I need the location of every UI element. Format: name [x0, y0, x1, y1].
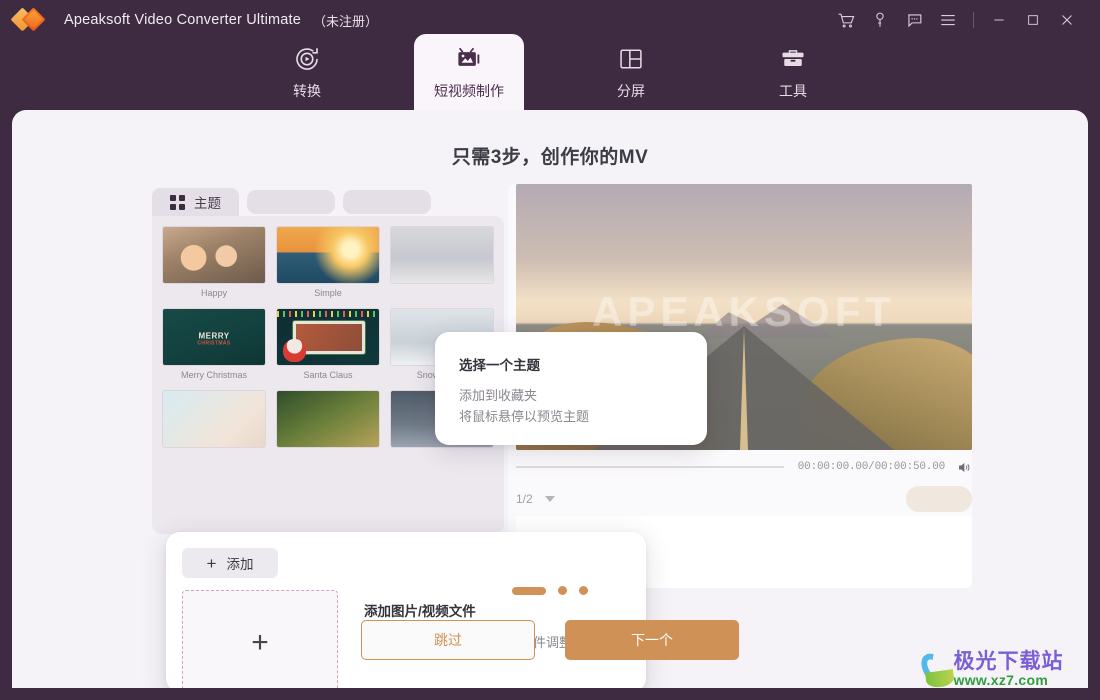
theme-tooltip-line-2: 将鼠标悬停以预览主题: [459, 409, 590, 424]
preview-pager-row: 1/2: [516, 482, 972, 516]
theme-card[interactable]: [390, 226, 494, 298]
watermark-url: www.xz7.com: [953, 671, 1049, 688]
theme-name: Simple: [314, 288, 342, 298]
skip-button[interactable]: 跳过: [361, 620, 535, 660]
preview-watermark-text: APEAKSOFT: [591, 287, 897, 335]
tab-mv[interactable]: 短视频制作: [414, 34, 524, 110]
registration-status: （未注册）: [313, 13, 379, 29]
tab-convert[interactable]: 转换: [252, 34, 362, 110]
minimize-icon[interactable]: [982, 3, 1016, 37]
pagination-dot[interactable]: [558, 586, 567, 595]
theme-tab-placeholder-1[interactable]: [247, 190, 335, 214]
speaker-icon[interactable]: [957, 460, 972, 475]
add-button[interactable]: + 添加: [182, 548, 278, 578]
theme-name: Merry Christmas: [180, 370, 247, 380]
theme-thumbnail: [276, 308, 380, 366]
add-files-tooltip: + 添加 + 添加图片/视频文件 添加文件成功后，可以拖动文件调整顺序: [166, 532, 646, 688]
step-pagination: [12, 586, 1088, 595]
toolbar-divider: [973, 12, 974, 28]
plus-icon: +: [206, 553, 217, 573]
tab-collage[interactable]: 分屏: [576, 34, 686, 110]
preview-action-button[interactable]: [906, 486, 972, 512]
tab-mv-label: 短视频制作: [434, 82, 504, 99]
chevron-down-icon[interactable]: [544, 496, 555, 502]
seek-bar[interactable]: [516, 466, 784, 468]
tab-toolbox-label: 工具: [779, 82, 807, 99]
window-controls: [829, 3, 1100, 37]
theme-tab-placeholder-2[interactable]: [343, 190, 431, 214]
theme-name: Happy: [200, 288, 227, 298]
collage-icon: [617, 44, 645, 74]
theme-thumbnail: MERRY CHRISTMAS: [162, 308, 266, 366]
convert-icon: [292, 44, 322, 74]
mv-icon: [454, 44, 484, 74]
app-window: Apeaksoft Video Converter Ultimate （未注册）: [0, 0, 1100, 700]
apeaksoft-diamond-logo: [10, 7, 54, 33]
tab-convert-label: 转换: [293, 82, 321, 99]
grid-icon: [170, 194, 185, 210]
theme-card[interactable]: [162, 390, 266, 452]
tab-collage-label: 分屏: [617, 82, 645, 99]
key-icon[interactable]: [863, 3, 897, 37]
theme-thumbnail: [162, 390, 266, 448]
content-area: 只需3步，创作你的MV 主题 Happy Simple MERRY CHRIST…: [12, 110, 1088, 688]
feedback-icon[interactable]: [897, 3, 931, 37]
tab-toolbox[interactable]: 工具: [738, 34, 848, 110]
main-nav: 转换 短视频制作 分屏 工具: [0, 34, 1100, 110]
theme-tooltip-title: 选择一个主题: [459, 358, 540, 373]
add-button-label: 添加: [226, 557, 254, 572]
theme-thumbnail: [276, 390, 380, 448]
pagination-dot[interactable]: [579, 586, 588, 595]
pagination-dot-active[interactable]: [512, 586, 546, 595]
menu-icon[interactable]: [931, 3, 965, 37]
page-title: 只需3步，创作你的MV: [451, 147, 649, 168]
theme-name: Santa Claus: [303, 370, 353, 380]
theme-card[interactable]: [276, 390, 380, 452]
cart-icon[interactable]: [829, 3, 863, 37]
next-button[interactable]: 下一个: [565, 620, 739, 660]
theme-card[interactable]: Santa Claus: [276, 308, 380, 380]
player-controls: 00:00:00.00/00:00:50.00: [516, 454, 972, 480]
site-watermark: 极光下载站 www.xz7.com: [922, 644, 1092, 696]
theme-tab-active[interactable]: 主题: [152, 188, 239, 216]
toolbox-icon: [779, 44, 807, 74]
theme-tooltip-line-1: 添加到收藏夹: [459, 388, 538, 403]
add-tooltip-title: 添加图片/视频文件: [364, 604, 476, 619]
theme-tooltip: 选择一个主题 添加到收藏夹 将鼠标悬停以预览主题: [435, 332, 707, 445]
close-icon[interactable]: [1050, 3, 1084, 37]
theme-thumbnail: [276, 226, 380, 284]
app-title: Apeaksoft Video Converter Ultimate: [64, 12, 302, 28]
theme-card[interactable]: MERRY CHRISTMAS Merry Christmas: [162, 308, 266, 380]
watermark-site-name: 极光下载站: [953, 649, 1064, 673]
aurora-swirl-logo: [922, 650, 949, 690]
theme-thumbnail: [390, 226, 494, 284]
timecode: 00:00:00.00/00:00:50.00: [797, 461, 945, 473]
theme-card[interactable]: Simple: [276, 226, 380, 298]
maximize-icon[interactable]: [1016, 3, 1050, 37]
theme-tab-bar: 主题: [152, 188, 431, 216]
page-indicator: 1/2: [516, 492, 533, 506]
theme-card[interactable]: Happy: [162, 226, 266, 298]
theme-tab-label: 主题: [194, 196, 221, 211]
theme-thumbnail: [162, 226, 266, 284]
theme-thumb-caption: MERRY CHRISTMAS: [197, 331, 231, 347]
